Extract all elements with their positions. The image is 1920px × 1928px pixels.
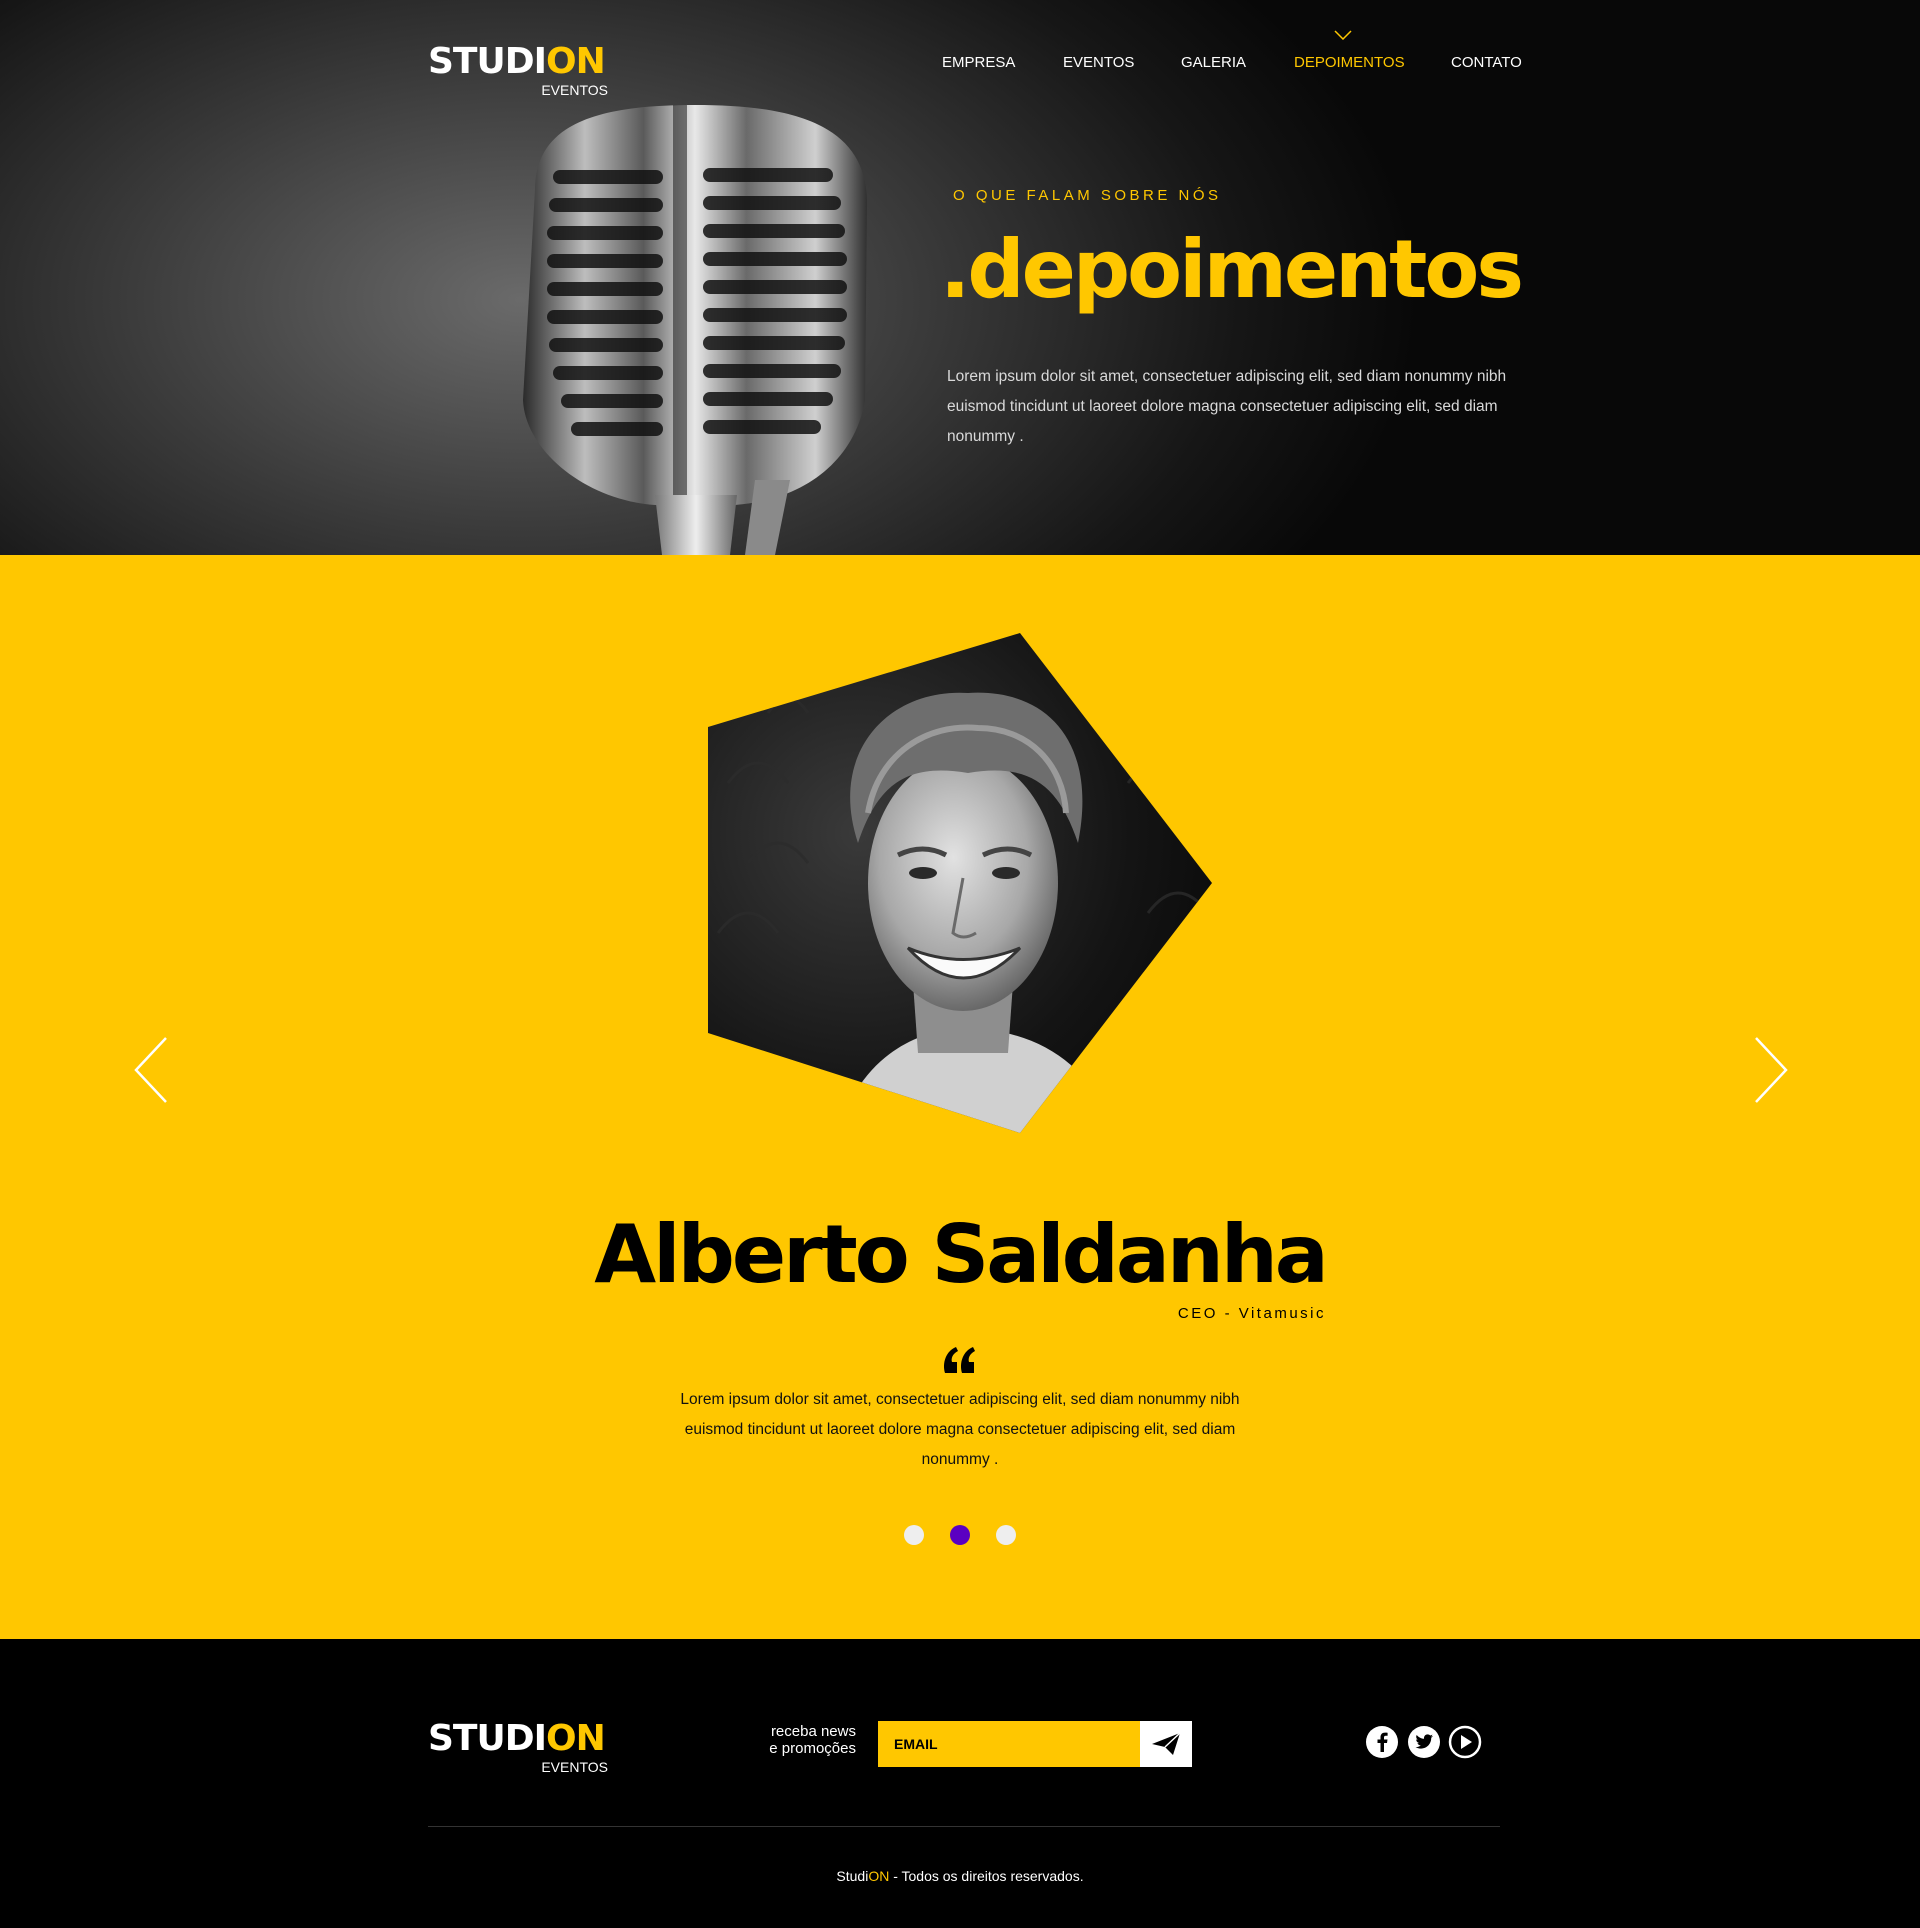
testimonial-name: Alberto Saldanha xyxy=(594,1208,1329,1301)
footer-divider xyxy=(428,1826,1500,1827)
testimonial-slider: Alberto Saldanha CEO - Vitamusic Lorem i… xyxy=(0,555,1920,1639)
testimonial-quote: Lorem ipsum dolor sit amet, consectetuer… xyxy=(680,1391,1240,1468)
slider-pagination xyxy=(0,1525,1920,1547)
testimonial-role: CEO - Vitamusic xyxy=(1177,1305,1326,1322)
footer-logo[interactable]: STUDION EVENTOS xyxy=(428,1719,608,1779)
newsletter-label: receba news e promoções xyxy=(769,1723,856,1757)
newsletter-email-input[interactable] xyxy=(878,1721,1140,1767)
youtube-play-icon[interactable] xyxy=(1448,1725,1482,1759)
slider-dot-3[interactable] xyxy=(996,1525,1016,1545)
microphone-image xyxy=(523,105,867,555)
logo-wordmark: STUDION xyxy=(428,1718,606,1759)
copyright-text: StudiON - Todos os direitos reservados. xyxy=(836,1868,1084,1884)
nav-item-depoimentos[interactable]: DEPOIMENTOS xyxy=(1294,54,1405,71)
logo-tagline: EVENTOS xyxy=(541,82,608,98)
facebook-icon[interactable] xyxy=(1365,1725,1399,1759)
logo-wordmark: STUDION xyxy=(428,41,606,82)
slider-dot-2[interactable] xyxy=(950,1525,970,1545)
hero-description: Lorem ipsum dolor sit amet, consectetuer… xyxy=(947,368,1507,445)
logo-tagline: EVENTOS xyxy=(541,1759,608,1775)
hero-title: .depoimentos xyxy=(940,223,1524,316)
hero-banner: STUDION EVENTOS EMPRESA EVENTOS GALERIA … xyxy=(0,0,1920,555)
header-logo[interactable]: STUDION EVENTOS xyxy=(428,42,608,102)
paper-plane-icon xyxy=(1152,1732,1181,1755)
testimonial-portrait xyxy=(708,633,1212,1133)
nav-item-eventos[interactable]: EVENTOS xyxy=(1063,54,1134,71)
prev-slide-arrow-icon[interactable] xyxy=(132,1035,172,1105)
site-footer: STUDION EVENTOS receba news e promoções … xyxy=(0,1639,1920,1928)
nav-item-contato[interactable]: CONTATO xyxy=(1451,54,1522,71)
quote-icon xyxy=(944,1347,975,1373)
active-nav-caret-icon xyxy=(1334,30,1352,40)
slider-dot-1[interactable] xyxy=(904,1525,924,1545)
twitter-icon[interactable] xyxy=(1407,1725,1441,1759)
newsletter-send-button[interactable] xyxy=(1140,1721,1192,1767)
hero-kicker: O QUE FALAM SOBRE NÓS xyxy=(953,187,1222,204)
next-slide-arrow-icon[interactable] xyxy=(1750,1035,1790,1105)
nav-item-empresa[interactable]: EMPRESA xyxy=(942,54,1015,71)
nav-item-galeria[interactable]: GALERIA xyxy=(1181,54,1246,71)
